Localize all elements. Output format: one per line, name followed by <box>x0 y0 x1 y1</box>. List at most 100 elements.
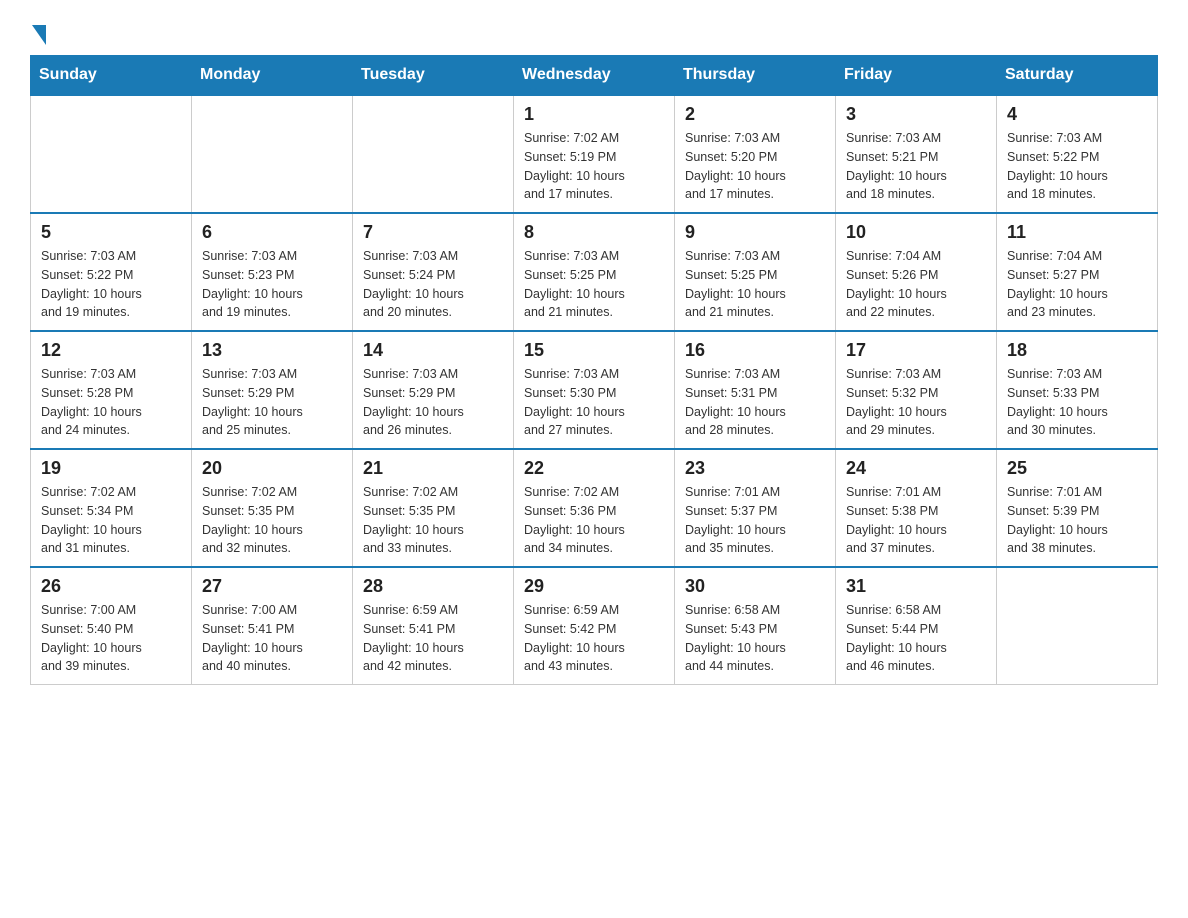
calendar-cell: 29 Sunrise: 6:59 AM Sunset: 5:42 PM Dayli… <box>514 567 675 685</box>
day-number: 11 <box>1007 222 1147 243</box>
calendar-cell: 2 Sunrise: 7:03 AM Sunset: 5:20 PM Daylig… <box>675 95 836 213</box>
day-info: Sunrise: 7:03 AM Sunset: 5:29 PM Dayligh… <box>363 365 503 440</box>
calendar-cell <box>31 95 192 213</box>
calendar-cell: 5 Sunrise: 7:03 AM Sunset: 5:22 PM Daylig… <box>31 213 192 331</box>
day-info: Sunrise: 6:59 AM Sunset: 5:41 PM Dayligh… <box>363 601 503 676</box>
day-info: Sunrise: 7:03 AM Sunset: 5:31 PM Dayligh… <box>685 365 825 440</box>
calendar-cell <box>997 567 1158 685</box>
logo <box>30 20 46 45</box>
page-header <box>30 20 1158 45</box>
day-info: Sunrise: 7:04 AM Sunset: 5:27 PM Dayligh… <box>1007 247 1147 322</box>
day-number: 5 <box>41 222 181 243</box>
day-info: Sunrise: 7:03 AM Sunset: 5:25 PM Dayligh… <box>524 247 664 322</box>
day-number: 2 <box>685 104 825 125</box>
col-header-friday: Friday <box>836 56 997 96</box>
calendar-cell <box>192 95 353 213</box>
week-row-4: 19 Sunrise: 7:02 AM Sunset: 5:34 PM Dayli… <box>31 449 1158 567</box>
calendar-cell: 10Sunrise: 7:04 AM Sunset: 5:26 PM Dayli… <box>836 213 997 331</box>
col-header-wednesday: Wednesday <box>514 56 675 96</box>
day-info: Sunrise: 7:01 AM Sunset: 5:37 PM Dayligh… <box>685 483 825 558</box>
calendar-cell: 1Sunrise: 7:02 AM Sunset: 5:19 PM Daylig… <box>514 95 675 213</box>
day-number: 30 <box>685 576 825 597</box>
day-info: Sunrise: 7:03 AM Sunset: 5:30 PM Dayligh… <box>524 365 664 440</box>
calendar-header-row: SundayMondayTuesdayWednesdayThursdayFrid… <box>31 56 1158 96</box>
logo-arrow-icon <box>32 25 46 45</box>
day-number: 12 <box>41 340 181 361</box>
day-number: 26 <box>41 576 181 597</box>
day-info: Sunrise: 6:58 AM Sunset: 5:43 PM Dayligh… <box>685 601 825 676</box>
day-info: Sunrise: 7:03 AM Sunset: 5:33 PM Dayligh… <box>1007 365 1147 440</box>
day-info: Sunrise: 7:01 AM Sunset: 5:38 PM Dayligh… <box>846 483 986 558</box>
calendar-cell: 17 Sunrise: 7:03 AM Sunset: 5:32 PM Dayli… <box>836 331 997 449</box>
day-number: 28 <box>363 576 503 597</box>
calendar-cell <box>353 95 514 213</box>
day-number: 15 <box>524 340 664 361</box>
day-number: 25 <box>1007 458 1147 479</box>
day-info: Sunrise: 7:00 AM Sunset: 5:40 PM Dayligh… <box>41 601 181 676</box>
calendar-cell: 26 Sunrise: 7:00 AM Sunset: 5:40 PM Dayli… <box>31 567 192 685</box>
calendar-cell: 20Sunrise: 7:02 AM Sunset: 5:35 PM Dayli… <box>192 449 353 567</box>
day-number: 7 <box>363 222 503 243</box>
day-number: 16 <box>685 340 825 361</box>
day-number: 22 <box>524 458 664 479</box>
day-number: 19 <box>41 458 181 479</box>
day-number: 13 <box>202 340 342 361</box>
calendar-cell: 23 Sunrise: 7:01 AM Sunset: 5:37 PM Dayli… <box>675 449 836 567</box>
day-number: 4 <box>1007 104 1147 125</box>
col-header-tuesday: Tuesday <box>353 56 514 96</box>
day-number: 8 <box>524 222 664 243</box>
calendar-table: SundayMondayTuesdayWednesdayThursdayFrid… <box>30 55 1158 685</box>
day-number: 9 <box>685 222 825 243</box>
day-info: Sunrise: 7:03 AM Sunset: 5:32 PM Dayligh… <box>846 365 986 440</box>
day-info: Sunrise: 7:03 AM Sunset: 5:21 PM Dayligh… <box>846 129 986 204</box>
week-row-1: 1Sunrise: 7:02 AM Sunset: 5:19 PM Daylig… <box>31 95 1158 213</box>
calendar-cell: 13 Sunrise: 7:03 AM Sunset: 5:29 PM Dayli… <box>192 331 353 449</box>
day-info: Sunrise: 7:03 AM Sunset: 5:29 PM Dayligh… <box>202 365 342 440</box>
calendar-cell: 31Sunrise: 6:58 AM Sunset: 5:44 PM Dayli… <box>836 567 997 685</box>
day-number: 23 <box>685 458 825 479</box>
calendar-cell: 24Sunrise: 7:01 AM Sunset: 5:38 PM Dayli… <box>836 449 997 567</box>
day-info: Sunrise: 7:02 AM Sunset: 5:36 PM Dayligh… <box>524 483 664 558</box>
day-number: 18 <box>1007 340 1147 361</box>
calendar-cell: 30 Sunrise: 6:58 AM Sunset: 5:43 PM Dayli… <box>675 567 836 685</box>
calendar-cell: 25 Sunrise: 7:01 AM Sunset: 5:39 PM Dayli… <box>997 449 1158 567</box>
day-info: Sunrise: 7:03 AM Sunset: 5:24 PM Dayligh… <box>363 247 503 322</box>
calendar-cell: 14 Sunrise: 7:03 AM Sunset: 5:29 PM Dayli… <box>353 331 514 449</box>
col-header-saturday: Saturday <box>997 56 1158 96</box>
day-info: Sunrise: 7:01 AM Sunset: 5:39 PM Dayligh… <box>1007 483 1147 558</box>
col-header-thursday: Thursday <box>675 56 836 96</box>
week-row-5: 26 Sunrise: 7:00 AM Sunset: 5:40 PM Dayli… <box>31 567 1158 685</box>
day-info: Sunrise: 7:02 AM Sunset: 5:34 PM Dayligh… <box>41 483 181 558</box>
week-row-2: 5 Sunrise: 7:03 AM Sunset: 5:22 PM Daylig… <box>31 213 1158 331</box>
col-header-sunday: Sunday <box>31 56 192 96</box>
calendar-cell: 19 Sunrise: 7:02 AM Sunset: 5:34 PM Dayli… <box>31 449 192 567</box>
day-number: 17 <box>846 340 986 361</box>
day-info: Sunrise: 6:59 AM Sunset: 5:42 PM Dayligh… <box>524 601 664 676</box>
calendar-cell: 16 Sunrise: 7:03 AM Sunset: 5:31 PM Dayli… <box>675 331 836 449</box>
day-number: 31 <box>846 576 986 597</box>
week-row-3: 12 Sunrise: 7:03 AM Sunset: 5:28 PM Dayli… <box>31 331 1158 449</box>
day-info: Sunrise: 7:00 AM Sunset: 5:41 PM Dayligh… <box>202 601 342 676</box>
day-info: Sunrise: 7:03 AM Sunset: 5:22 PM Dayligh… <box>1007 129 1147 204</box>
day-number: 1 <box>524 104 664 125</box>
calendar-cell: 8 Sunrise: 7:03 AM Sunset: 5:25 PM Daylig… <box>514 213 675 331</box>
day-number: 6 <box>202 222 342 243</box>
calendar-cell: 7 Sunrise: 7:03 AM Sunset: 5:24 PM Daylig… <box>353 213 514 331</box>
day-info: Sunrise: 7:03 AM Sunset: 5:20 PM Dayligh… <box>685 129 825 204</box>
calendar-cell: 27 Sunrise: 7:00 AM Sunset: 5:41 PM Dayli… <box>192 567 353 685</box>
calendar-cell: 6Sunrise: 7:03 AM Sunset: 5:23 PM Daylig… <box>192 213 353 331</box>
day-number: 29 <box>524 576 664 597</box>
calendar-cell: 28 Sunrise: 6:59 AM Sunset: 5:41 PM Dayli… <box>353 567 514 685</box>
calendar-cell: 18 Sunrise: 7:03 AM Sunset: 5:33 PM Dayli… <box>997 331 1158 449</box>
calendar-cell: 11 Sunrise: 7:04 AM Sunset: 5:27 PM Dayli… <box>997 213 1158 331</box>
day-number: 10 <box>846 222 986 243</box>
calendar-cell: 15 Sunrise: 7:03 AM Sunset: 5:30 PM Dayli… <box>514 331 675 449</box>
day-number: 14 <box>363 340 503 361</box>
calendar-cell: 4 Sunrise: 7:03 AM Sunset: 5:22 PM Daylig… <box>997 95 1158 213</box>
calendar-cell: 21Sunrise: 7:02 AM Sunset: 5:35 PM Dayli… <box>353 449 514 567</box>
calendar-cell: 9Sunrise: 7:03 AM Sunset: 5:25 PM Daylig… <box>675 213 836 331</box>
col-header-monday: Monday <box>192 56 353 96</box>
day-info: Sunrise: 7:03 AM Sunset: 5:22 PM Dayligh… <box>41 247 181 322</box>
day-number: 27 <box>202 576 342 597</box>
day-info: Sunrise: 7:03 AM Sunset: 5:28 PM Dayligh… <box>41 365 181 440</box>
